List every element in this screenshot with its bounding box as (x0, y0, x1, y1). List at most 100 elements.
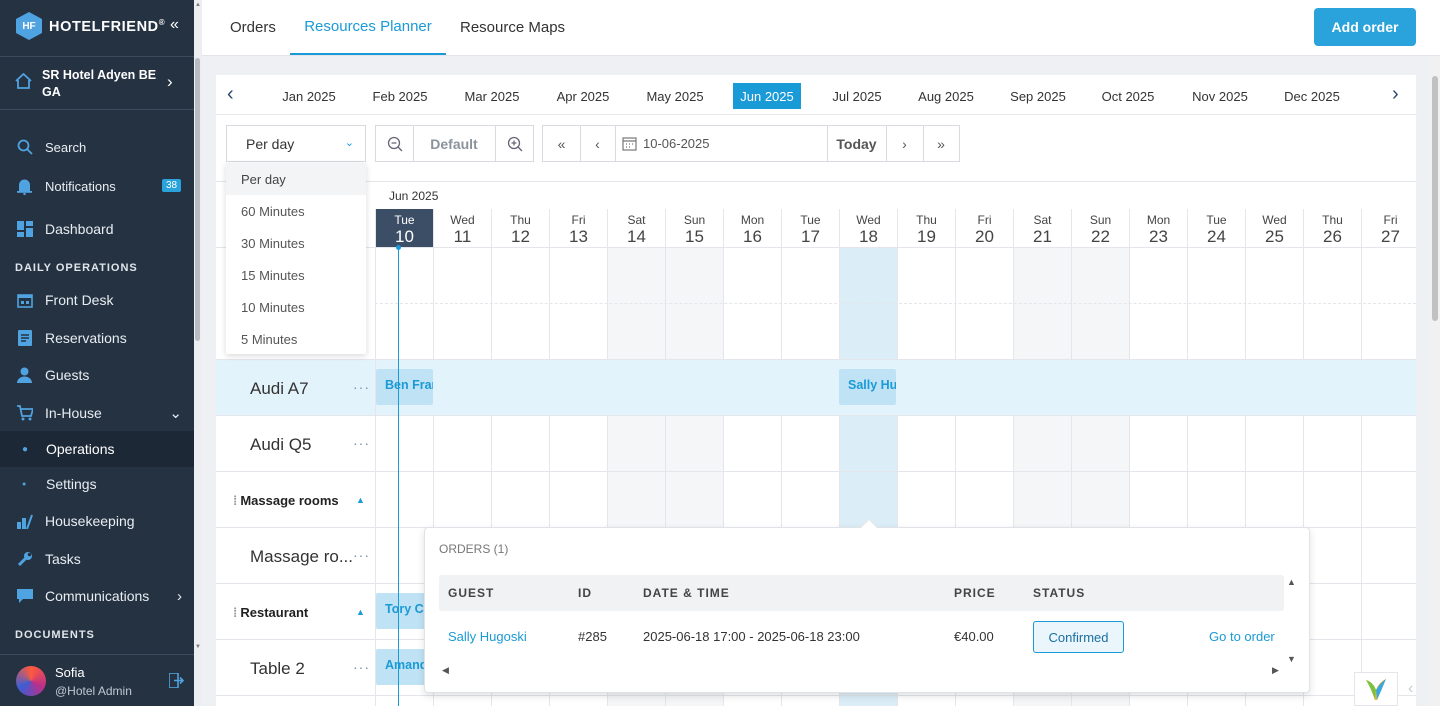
add-order-button[interactable]: Add order (1314, 8, 1416, 46)
month-item[interactable]: Aug 2025 (912, 83, 980, 109)
month-item[interactable]: Jul 2025 (823, 83, 891, 109)
nav-notifications[interactable]: Notifications 38 (0, 168, 194, 204)
status-badge[interactable]: Confirmed (1033, 621, 1124, 653)
more-options-icon[interactable]: ··· (353, 547, 370, 563)
tab-orders[interactable]: Orders (230, 0, 276, 55)
chevron-left-icon[interactable]: ‹ (580, 126, 615, 161)
tab-resource-maps[interactable]: Resource Maps (460, 0, 565, 55)
group-restaurant[interactable]: ⁞ Restaurant (233, 605, 308, 620)
day-number: 15 (685, 227, 704, 246)
collapse-sidebar-icon[interactable]: « (170, 16, 179, 34)
sidebar: HF HOTELFRIEND® « SR Hotel Adyen BE GA ›… (0, 0, 194, 706)
prev-month-icon[interactable]: ‹ (227, 83, 234, 106)
help-widget-logo[interactable] (1354, 672, 1398, 706)
logout-icon[interactable] (168, 672, 185, 689)
user-profile[interactable]: Sofia @Hotel Admin (0, 654, 194, 706)
nav-front-desk[interactable]: Front Desk (0, 282, 194, 318)
day-column[interactable] (1303, 247, 1361, 706)
resource-audi-q5[interactable]: Audi Q5 (250, 435, 311, 455)
scroll-left-icon[interactable]: ◀ (442, 665, 449, 676)
nav-settings[interactable]: ● Settings (0, 466, 194, 502)
month-item[interactable]: Mar 2025 (458, 83, 526, 109)
month-item[interactable]: Nov 2025 (1186, 83, 1254, 109)
zoom-in-icon[interactable] (495, 126, 534, 161)
month-item[interactable]: May 2025 (641, 83, 709, 109)
widget-logo-icon (1366, 679, 1386, 700)
option-30-minutes[interactable]: 30 Minutes (226, 227, 366, 259)
more-options-icon[interactable]: ··· (353, 435, 370, 451)
sidebar-scrollbar[interactable]: ▲ ▼ (194, 0, 202, 706)
option-15-minutes[interactable]: 15 Minutes (226, 259, 366, 291)
go-to-order-link[interactable]: Go to order (1209, 629, 1275, 644)
nav-housekeeping[interactable]: Housekeeping (0, 503, 194, 539)
day-number: 23 (1149, 227, 1168, 246)
collapse-group-icon[interactable]: ▲ (356, 495, 365, 505)
nav-operations[interactable]: ● Operations (0, 431, 194, 467)
resource-table-2[interactable]: Table 2 (250, 659, 305, 679)
more-options-icon[interactable]: ··· (353, 659, 370, 675)
user-name: Sofia (55, 665, 85, 680)
day-name: Wed (450, 213, 475, 227)
option-10-minutes[interactable]: 10 Minutes (226, 291, 366, 323)
double-chevron-left-icon[interactable]: « (543, 126, 580, 161)
day-name: Wed (1262, 213, 1287, 227)
date-field[interactable]: 10-06-2025 (615, 126, 827, 161)
order-id: #285 (578, 629, 607, 644)
scroll-down-icon[interactable]: ▼ (1287, 654, 1296, 664)
order-guest-link[interactable]: Sally Hugoski (448, 629, 527, 644)
month-item[interactable]: Jan 2025 (275, 83, 343, 109)
more-options-icon[interactable]: ··· (353, 379, 370, 395)
today-button[interactable]: Today (827, 126, 886, 161)
booking-block[interactable]: Ben Franklin (376, 369, 433, 405)
chevron-right-icon[interactable]: › (886, 126, 923, 161)
day-name: Tue (800, 213, 821, 227)
next-month-icon[interactable]: › (1392, 83, 1399, 106)
day-number: 22 (1091, 227, 1110, 246)
option-5-minutes[interactable]: 5 Minutes (226, 323, 366, 355)
resource-audi-a7[interactable]: Audi A7 (250, 379, 309, 399)
nav-guests[interactable]: Guests (0, 357, 194, 393)
wrench-icon (16, 551, 33, 568)
day-column[interactable] (1361, 247, 1419, 706)
tab-resources-planner[interactable]: Resources Planner (290, 0, 446, 55)
zoom-out-icon[interactable] (376, 126, 413, 161)
option-60-minutes[interactable]: 60 Minutes (226, 195, 366, 227)
booking-block[interactable]: Sally Hugoski (839, 369, 896, 405)
collapse-widget-icon[interactable]: ‹ (1408, 680, 1413, 698)
option-per-day[interactable]: Per day (226, 163, 366, 195)
view-select[interactable]: Per day ⌄ (226, 125, 366, 162)
nav-tasks[interactable]: Tasks (0, 541, 194, 577)
sidebar-scrollbar-thumb[interactable] (195, 58, 200, 341)
day-header: Sat 21 (1013, 209, 1071, 247)
resource-massage-room[interactable]: Massage ro... (250, 547, 353, 567)
scroll-right-icon[interactable]: ▶ (1272, 665, 1279, 676)
double-chevron-right-icon[interactable]: » (923, 126, 959, 161)
month-item[interactable]: Dec 2025 (1278, 83, 1346, 109)
month-item[interactable]: Apr 2025 (549, 83, 617, 109)
nav-communications[interactable]: Communications › (0, 578, 194, 614)
scroll-down-icon[interactable]: ▼ (195, 644, 201, 650)
day-name: Fri (571, 213, 586, 227)
nav-dashboard[interactable]: Dashboard (0, 211, 194, 247)
month-item-selected[interactable]: Jun 2025 (733, 83, 801, 109)
nav-reservations[interactable]: Reservations (0, 320, 194, 356)
nav-guests-label: Guests (45, 367, 90, 383)
page-scrollbar-thumb[interactable] (1432, 76, 1438, 321)
scroll-up-icon[interactable]: ▲ (195, 2, 201, 8)
day-number: 12 (511, 227, 530, 246)
drag-handle-icon[interactable]: ⁞ (233, 493, 237, 508)
month-item[interactable]: Oct 2025 (1094, 83, 1162, 109)
brand-logo[interactable]: HF HOTELFRIEND® (16, 12, 165, 40)
collapse-group-icon[interactable]: ▲ (356, 607, 365, 617)
scroll-up-icon[interactable]: ▲ (1287, 577, 1296, 587)
drag-handle-icon[interactable]: ⁞ (233, 605, 237, 620)
nav-search[interactable]: Search (0, 129, 194, 165)
nav-in-house[interactable]: In-House ⌄ (0, 395, 194, 431)
document-icon (16, 330, 33, 347)
month-item[interactable]: Feb 2025 (366, 83, 434, 109)
zoom-default-button[interactable]: Default (413, 126, 495, 161)
page-scrollbar[interactable] (1430, 56, 1440, 706)
group-massage-rooms[interactable]: ⁞ Massage rooms (233, 493, 339, 508)
month-item[interactable]: Sep 2025 (1004, 83, 1072, 109)
hotel-selector[interactable]: SR Hotel Adyen BE GA › (0, 56, 194, 110)
